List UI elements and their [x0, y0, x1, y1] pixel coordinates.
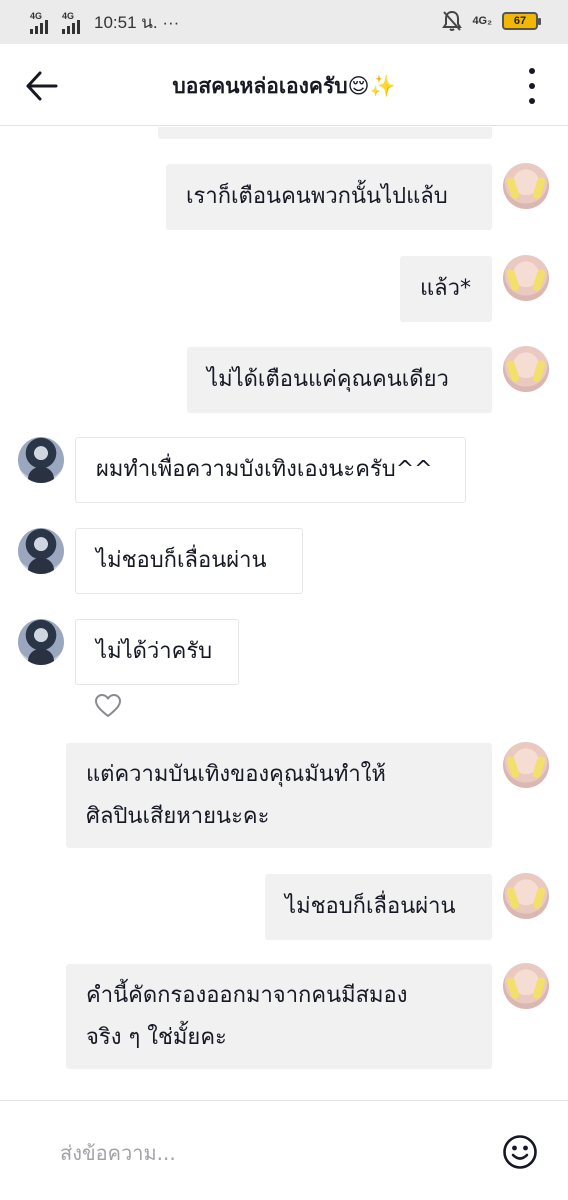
- chat-title: บอสคนหล่อเองครับ😌✨: [172, 74, 396, 98]
- message-bubble[interactable]: ไม่ได้ว่าครับ: [75, 619, 239, 685]
- contact-avatar[interactable]: [18, 619, 64, 665]
- my-avatar[interactable]: [503, 963, 549, 1009]
- contact-avatar[interactable]: [18, 528, 64, 574]
- heart-outline-icon: [95, 694, 121, 717]
- arrow-left-icon: [26, 71, 58, 101]
- my-avatar[interactable]: [503, 346, 549, 392]
- message-text: ไม่ชอบก็เลื่อนผ่าน: [285, 894, 456, 919]
- signal-icon: 4G: [30, 11, 56, 34]
- status-bar: 4G 4G 10:51 น. ··· 4G₂ 67: [0, 0, 568, 44]
- like-button[interactable]: [94, 693, 122, 719]
- message-bubble[interactable]: แล้ว*: [400, 256, 492, 322]
- message-text: ผมทำเพื่อความบังเทิงเองนะครับ^^: [96, 457, 433, 482]
- message-bubble[interactable]: เราก็เตือนคนพวกนั้นไปแล้บ: [166, 164, 492, 230]
- message-text: ไม่ได้เตือนแค่คุณคนเดียว: [207, 367, 449, 392]
- message-text: แล้ว*: [420, 276, 472, 301]
- message-text: คำนี้คัดกรองออกมาจากคนมีสมอง: [86, 982, 408, 1008]
- message-text: ศิลปินเสียหายนะคะ: [86, 803, 270, 829]
- chat-header: บอสคนหล่อเองครับ😌✨: [0, 44, 568, 126]
- message-bubble-partial: [158, 127, 492, 139]
- message-bubble[interactable]: ผมทำเพื่อความบังเทิงเองนะครับ^^: [75, 437, 466, 503]
- message-bubble[interactable]: ไม่ชอบก็เลื่อนผ่าน: [75, 528, 303, 594]
- message-list[interactable]: เราก็เตือนคนพวกนั้นไปแล้บ แล้ว* ไม่ได้เต…: [0, 127, 568, 1100]
- message-input[interactable]: [60, 1131, 460, 1175]
- message-bubble[interactable]: ไม่ชอบก็เลื่อนผ่าน: [265, 874, 492, 940]
- network-type-right: 4G₂: [472, 15, 492, 27]
- message-composer: [0, 1100, 568, 1200]
- signal-icon: 4G: [62, 11, 88, 34]
- status-time: 10:51 น. ···: [94, 13, 180, 32]
- contact-avatar[interactable]: [18, 437, 64, 483]
- message-bubble[interactable]: ไม่ได้เตือนแค่คุณคนเดียว: [187, 347, 492, 413]
- my-avatar[interactable]: [503, 742, 549, 788]
- message-text: แต่ความบันเทิงของคุณมันทำให้: [86, 761, 386, 787]
- my-avatar[interactable]: [503, 163, 549, 209]
- bell-muted-icon: [442, 10, 463, 31]
- message-text: จริง ๆ ใช่มั้ยคะ: [86, 1024, 227, 1050]
- battery-icon: 67: [502, 12, 541, 30]
- status-bar-right: 4G₂ 67: [442, 10, 541, 32]
- message-bubble[interactable]: คำนี้คัดกรองออกมาจากคนมีสมอง จริง ๆ ใช่ม…: [66, 964, 492, 1069]
- back-button[interactable]: [22, 66, 62, 106]
- battery-level: 67: [513, 15, 527, 27]
- my-avatar[interactable]: [503, 255, 549, 301]
- message-text: ไม่ชอบก็เลื่อนผ่าน: [96, 548, 267, 573]
- smiley-icon: [503, 1135, 537, 1169]
- more-vertical-icon: [529, 68, 535, 74]
- message-text: เราก็เตือนคนพวกนั้นไปแล้บ: [186, 184, 448, 209]
- message-text: ไม่ได้ว่าครับ: [96, 639, 213, 664]
- my-avatar[interactable]: [503, 873, 549, 919]
- more-options-button[interactable]: [526, 68, 538, 104]
- status-bar-left: 4G 4G 10:51 น. ···: [30, 9, 179, 36]
- emoji-button[interactable]: [502, 1134, 538, 1170]
- message-bubble[interactable]: แต่ความบันเทิงของคุณมันทำให้ ศิลปินเสียห…: [66, 743, 492, 848]
